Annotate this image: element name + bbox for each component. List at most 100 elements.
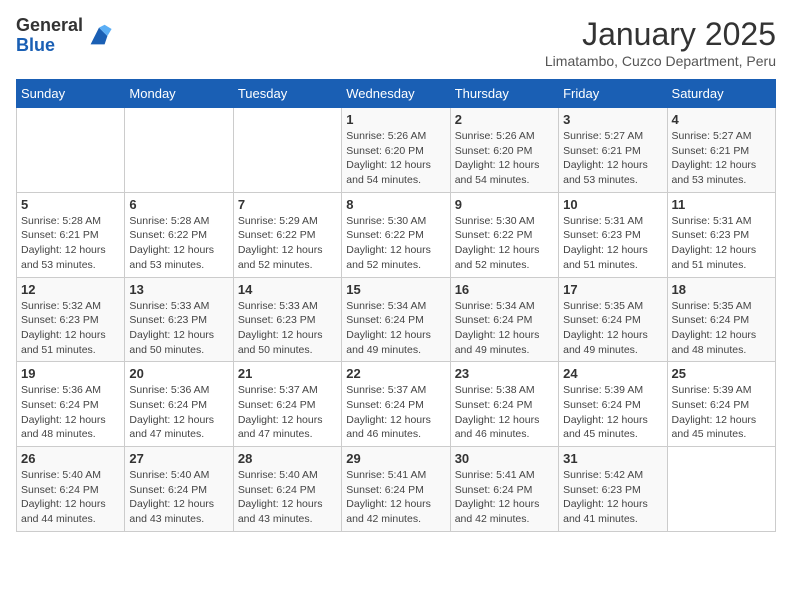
calendar-week-row: 19 Sunrise: 5:36 AM Sunset: 6:24 PM Dayli… <box>17 362 776 447</box>
day-detail: Sunrise: 5:26 AM Sunset: 6:20 PM Dayligh… <box>455 129 554 188</box>
day-detail: Sunrise: 5:37 AM Sunset: 6:24 PM Dayligh… <box>238 383 337 442</box>
day-of-week-header: Monday <box>125 80 233 108</box>
day-detail: Sunrise: 5:42 AM Sunset: 6:23 PM Dayligh… <box>563 468 662 527</box>
calendar-cell: 17 Sunrise: 5:35 AM Sunset: 6:24 PM Dayli… <box>559 277 667 362</box>
day-number: 5 <box>21 197 120 212</box>
day-detail: Sunrise: 5:31 AM Sunset: 6:23 PM Dayligh… <box>563 214 662 273</box>
day-number: 15 <box>346 282 445 297</box>
header-row: SundayMondayTuesdayWednesdayThursdayFrid… <box>17 80 776 108</box>
day-number: 6 <box>129 197 228 212</box>
logo-general: General <box>16 16 83 36</box>
day-detail: Sunrise: 5:34 AM Sunset: 6:24 PM Dayligh… <box>455 299 554 358</box>
calendar-cell: 1 Sunrise: 5:26 AM Sunset: 6:20 PM Daylig… <box>342 108 450 193</box>
day-of-week-header: Tuesday <box>233 80 341 108</box>
day-detail: Sunrise: 5:41 AM Sunset: 6:24 PM Dayligh… <box>455 468 554 527</box>
day-detail: Sunrise: 5:41 AM Sunset: 6:24 PM Dayligh… <box>346 468 445 527</box>
day-detail: Sunrise: 5:26 AM Sunset: 6:20 PM Dayligh… <box>346 129 445 188</box>
calendar-cell: 27 Sunrise: 5:40 AM Sunset: 6:24 PM Dayli… <box>125 447 233 532</box>
logo-blue: Blue <box>16 36 83 56</box>
day-number: 29 <box>346 451 445 466</box>
calendar-week-row: 5Sunrise: 5:28 AM Sunset: 6:21 PM Daylig… <box>17 192 776 277</box>
day-number: 27 <box>129 451 228 466</box>
day-detail: Sunrise: 5:33 AM Sunset: 6:23 PM Dayligh… <box>129 299 228 358</box>
day-number: 14 <box>238 282 337 297</box>
logo: General Blue <box>16 16 113 56</box>
calendar-cell <box>17 108 125 193</box>
day-number: 16 <box>455 282 554 297</box>
calendar-title: January 2025 <box>545 16 776 53</box>
day-number: 17 <box>563 282 662 297</box>
day-number: 9 <box>455 197 554 212</box>
logo-icon <box>85 22 113 50</box>
day-number: 7 <box>238 197 337 212</box>
calendar-cell: 18Sunrise: 5:35 AM Sunset: 6:24 PM Dayli… <box>667 277 775 362</box>
calendar-cell: 24 Sunrise: 5:39 AM Sunset: 6:24 PM Dayli… <box>559 362 667 447</box>
calendar-cell: 7Sunrise: 5:29 AM Sunset: 6:22 PM Daylig… <box>233 192 341 277</box>
day-number: 24 <box>563 366 662 381</box>
page-header: General Blue January 2025 Limatambo, Cuz… <box>16 16 776 69</box>
day-detail: Sunrise: 5:27 AM Sunset: 6:21 PM Dayligh… <box>563 129 662 188</box>
day-number: 3 <box>563 112 662 127</box>
day-detail: Sunrise: 5:37 AM Sunset: 6:24 PM Dayligh… <box>346 383 445 442</box>
calendar-cell: 25 Sunrise: 5:39 AM Sunset: 6:24 PM Dayli… <box>667 362 775 447</box>
calendar-cell: 16 Sunrise: 5:34 AM Sunset: 6:24 PM Dayli… <box>450 277 558 362</box>
day-detail: Sunrise: 5:35 AM Sunset: 6:24 PM Dayligh… <box>563 299 662 358</box>
day-number: 10 <box>563 197 662 212</box>
calendar-cell: 15 Sunrise: 5:34 AM Sunset: 6:24 PM Dayli… <box>342 277 450 362</box>
calendar-week-row: 26 Sunrise: 5:40 AM Sunset: 6:24 PM Dayli… <box>17 447 776 532</box>
calendar-cell: 9 Sunrise: 5:30 AM Sunset: 6:22 PM Daylig… <box>450 192 558 277</box>
calendar-cell: 13 Sunrise: 5:33 AM Sunset: 6:23 PM Dayli… <box>125 277 233 362</box>
day-number: 1 <box>346 112 445 127</box>
calendar-cell: 31Sunrise: 5:42 AM Sunset: 6:23 PM Dayli… <box>559 447 667 532</box>
day-number: 21 <box>238 366 337 381</box>
day-detail: Sunrise: 5:32 AM Sunset: 6:23 PM Dayligh… <box>21 299 120 358</box>
day-detail: Sunrise: 5:30 AM Sunset: 6:22 PM Dayligh… <box>346 214 445 273</box>
calendar-cell: 22Sunrise: 5:37 AM Sunset: 6:24 PM Dayli… <box>342 362 450 447</box>
calendar-table: SundayMondayTuesdayWednesdayThursdayFrid… <box>16 79 776 532</box>
calendar-cell: 26 Sunrise: 5:40 AM Sunset: 6:24 PM Dayli… <box>17 447 125 532</box>
calendar-cell: 3 Sunrise: 5:27 AM Sunset: 6:21 PM Daylig… <box>559 108 667 193</box>
day-number: 2 <box>455 112 554 127</box>
day-detail: Sunrise: 5:40 AM Sunset: 6:24 PM Dayligh… <box>129 468 228 527</box>
calendar-week-row: 12Sunrise: 5:32 AM Sunset: 6:23 PM Dayli… <box>17 277 776 362</box>
day-of-week-header: Friday <box>559 80 667 108</box>
calendar-cell: 6Sunrise: 5:28 AM Sunset: 6:22 PM Daylig… <box>125 192 233 277</box>
day-number: 26 <box>21 451 120 466</box>
day-number: 8 <box>346 197 445 212</box>
day-detail: Sunrise: 5:30 AM Sunset: 6:22 PM Dayligh… <box>455 214 554 273</box>
calendar-cell: 23Sunrise: 5:38 AM Sunset: 6:24 PM Dayli… <box>450 362 558 447</box>
day-number: 18 <box>672 282 771 297</box>
calendar-cell: 2 Sunrise: 5:26 AM Sunset: 6:20 PM Daylig… <box>450 108 558 193</box>
day-detail: Sunrise: 5:33 AM Sunset: 6:23 PM Dayligh… <box>238 299 337 358</box>
calendar-cell: 19 Sunrise: 5:36 AM Sunset: 6:24 PM Dayli… <box>17 362 125 447</box>
day-number: 23 <box>455 366 554 381</box>
calendar-cell: 12Sunrise: 5:32 AM Sunset: 6:23 PM Dayli… <box>17 277 125 362</box>
day-number: 13 <box>129 282 228 297</box>
day-detail: Sunrise: 5:36 AM Sunset: 6:24 PM Dayligh… <box>21 383 120 442</box>
calendar-cell: 5Sunrise: 5:28 AM Sunset: 6:21 PM Daylig… <box>17 192 125 277</box>
calendar-cell: 10 Sunrise: 5:31 AM Sunset: 6:23 PM Dayli… <box>559 192 667 277</box>
calendar-cell: 8 Sunrise: 5:30 AM Sunset: 6:22 PM Daylig… <box>342 192 450 277</box>
day-detail: Sunrise: 5:27 AM Sunset: 6:21 PM Dayligh… <box>672 129 771 188</box>
day-detail: Sunrise: 5:39 AM Sunset: 6:24 PM Dayligh… <box>672 383 771 442</box>
day-detail: Sunrise: 5:39 AM Sunset: 6:24 PM Dayligh… <box>563 383 662 442</box>
calendar-cell: 20Sunrise: 5:36 AM Sunset: 6:24 PM Dayli… <box>125 362 233 447</box>
day-detail: Sunrise: 5:40 AM Sunset: 6:24 PM Dayligh… <box>21 468 120 527</box>
day-number: 11 <box>672 197 771 212</box>
calendar-cell: 14 Sunrise: 5:33 AM Sunset: 6:23 PM Dayli… <box>233 277 341 362</box>
day-number: 25 <box>672 366 771 381</box>
calendar-cell: 11Sunrise: 5:31 AM Sunset: 6:23 PM Dayli… <box>667 192 775 277</box>
day-number: 20 <box>129 366 228 381</box>
calendar-cell <box>125 108 233 193</box>
day-number: 28 <box>238 451 337 466</box>
day-detail: Sunrise: 5:34 AM Sunset: 6:24 PM Dayligh… <box>346 299 445 358</box>
day-number: 19 <box>21 366 120 381</box>
calendar-subtitle: Limatambo, Cuzco Department, Peru <box>545 53 776 69</box>
calendar-cell: 4Sunrise: 5:27 AM Sunset: 6:21 PM Daylig… <box>667 108 775 193</box>
day-of-week-header: Saturday <box>667 80 775 108</box>
day-number: 30 <box>455 451 554 466</box>
calendar-cell <box>667 447 775 532</box>
calendar-week-row: 1 Sunrise: 5:26 AM Sunset: 6:20 PM Daylig… <box>17 108 776 193</box>
day-of-week-header: Wednesday <box>342 80 450 108</box>
calendar-cell: 21 Sunrise: 5:37 AM Sunset: 6:24 PM Dayli… <box>233 362 341 447</box>
